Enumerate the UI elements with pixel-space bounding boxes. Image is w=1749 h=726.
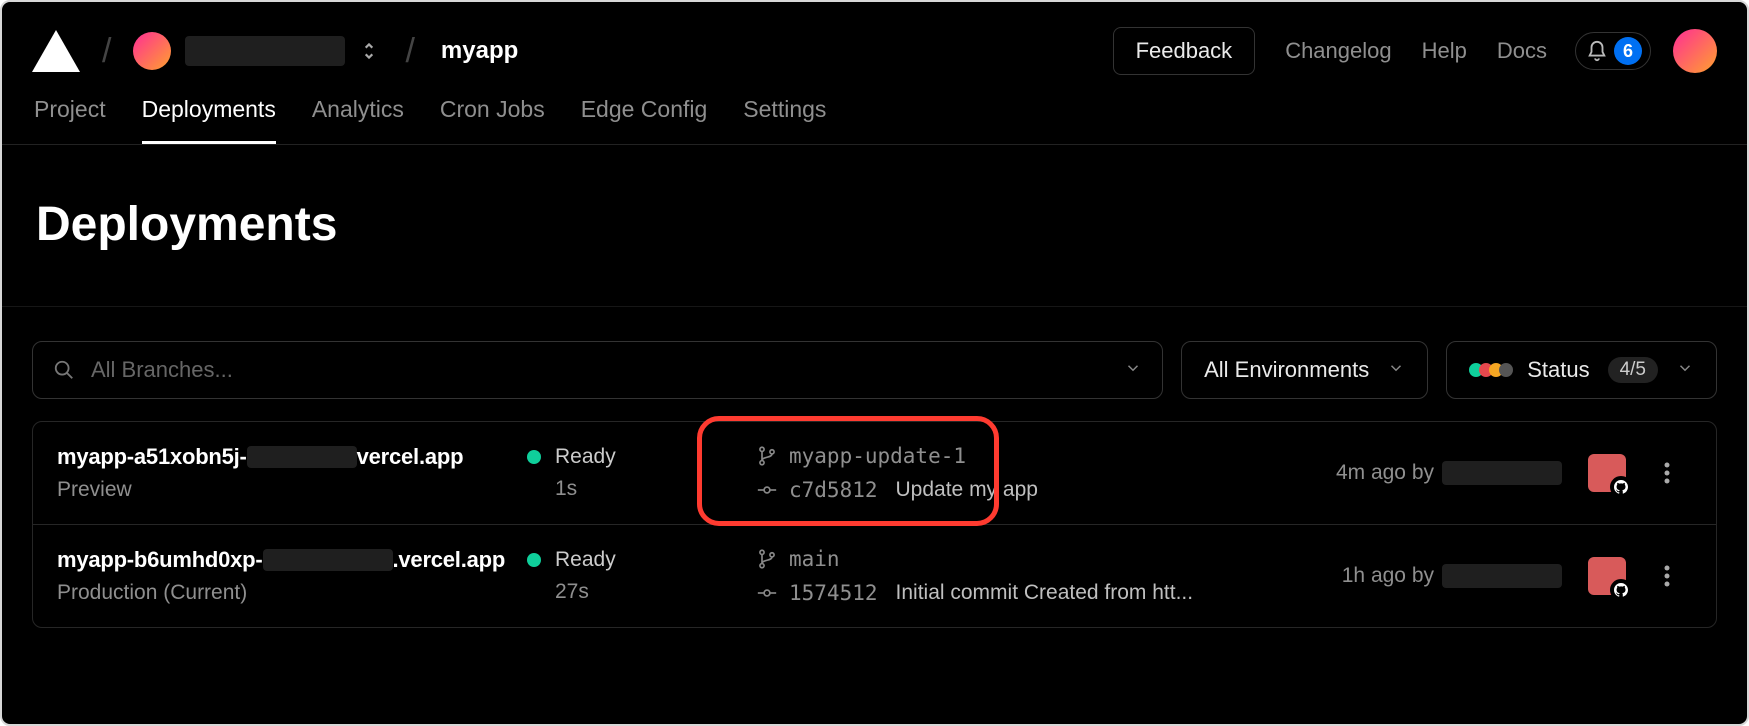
deployment-branch: myapp-update-1 xyxy=(789,444,966,468)
deployment-branch-cell: myapp-update-1 c7d5812 Update my app xyxy=(757,444,1227,502)
help-link[interactable]: Help xyxy=(1422,38,1467,64)
status-dots-icon xyxy=(1469,363,1509,377)
chevron-down-icon xyxy=(1124,359,1142,382)
deployment-row[interactable]: myapp-a51xobn5j- vercel.app Preview Read… xyxy=(33,422,1716,525)
more-vertical-icon xyxy=(1664,564,1670,588)
chevron-down-icon xyxy=(1387,357,1405,383)
user-avatar[interactable] xyxy=(1673,29,1717,73)
url-redacted xyxy=(247,446,357,468)
git-commit-icon xyxy=(757,583,777,603)
tab-settings[interactable]: Settings xyxy=(743,96,826,144)
deployment-row[interactable]: myapp-b6umhd0xp- .vercel.app Production … xyxy=(33,525,1716,627)
deployment-url-cell: myapp-a51xobn5j- vercel.app Preview xyxy=(57,444,527,502)
status-filter-count: 4/5 xyxy=(1608,357,1658,383)
github-icon xyxy=(1610,476,1632,498)
deployment-commit-sha: c7d5812 xyxy=(789,478,878,502)
deployment-commit-message: Initial commit Created from htt... xyxy=(896,581,1194,605)
vercel-logo-icon[interactable] xyxy=(32,30,80,72)
deployment-status: Ready xyxy=(555,445,616,469)
more-vertical-icon xyxy=(1664,461,1670,485)
author-avatar[interactable] xyxy=(1588,454,1626,492)
deployment-branch: main xyxy=(789,547,840,571)
deployment-meta-cell: 1h ago by xyxy=(1227,564,1572,588)
feedback-button[interactable]: Feedback xyxy=(1113,27,1256,75)
chevron-down-icon xyxy=(1676,357,1694,383)
deployment-duration: 1s xyxy=(555,477,757,501)
status-filter[interactable]: Status 4/5 xyxy=(1446,341,1717,399)
team-avatar-icon xyxy=(133,32,171,70)
top-header: / / myapp Feedback Changelog Help Docs 6 xyxy=(2,2,1747,80)
git-branch-icon xyxy=(757,549,777,569)
git-commit-icon xyxy=(757,480,777,500)
deployment-branch-cell: main 1574512 Initial commit Created from… xyxy=(757,547,1227,605)
project-subnav: Project Deployments Analytics Cron Jobs … xyxy=(2,80,1747,145)
author-redacted xyxy=(1442,564,1562,588)
deployment-commit-sha: 1574512 xyxy=(789,581,878,605)
search-icon xyxy=(53,359,75,381)
environment-filter[interactable]: All Environments xyxy=(1181,341,1428,399)
deployment-duration: 27s xyxy=(555,580,757,604)
breadcrumb-slash-icon: / xyxy=(405,32,414,71)
notification-count-badge: 6 xyxy=(1614,37,1642,65)
deployment-commit-message: Update my app xyxy=(896,478,1038,502)
git-branch-icon xyxy=(757,446,777,466)
page-title: Deployments xyxy=(2,145,1747,306)
status-filter-label: Status xyxy=(1527,357,1589,383)
tab-edge-config[interactable]: Edge Config xyxy=(581,96,708,144)
status-ready-icon xyxy=(527,553,541,567)
author-redacted xyxy=(1442,461,1562,485)
scope-switcher-button[interactable] xyxy=(355,32,383,70)
deployment-url-suffix: vercel.app xyxy=(357,444,464,470)
branch-search-input[interactable] xyxy=(91,357,1124,383)
notifications-button[interactable]: 6 xyxy=(1575,32,1651,70)
deployment-time-ago: 1h ago by xyxy=(1342,564,1434,588)
deployment-status: Ready xyxy=(555,548,616,572)
deployment-environment: Preview xyxy=(57,478,527,502)
tab-project[interactable]: Project xyxy=(34,96,106,144)
deployment-url-prefix: myapp-a51xobn5j- xyxy=(57,444,247,470)
team-name-redacted xyxy=(185,36,345,66)
branch-filter[interactable] xyxy=(32,341,1163,399)
author-avatar[interactable] xyxy=(1588,557,1626,595)
tab-cron-jobs[interactable]: Cron Jobs xyxy=(440,96,545,144)
url-redacted xyxy=(263,549,393,571)
project-name[interactable]: myapp xyxy=(441,37,518,65)
deployment-environment: Production (Current) xyxy=(57,581,527,605)
deployment-actions-menu[interactable] xyxy=(1642,564,1692,588)
filters-row: All Environments Status 4/5 xyxy=(2,307,1747,399)
deployment-status-cell: Ready 1s xyxy=(527,445,757,501)
deployment-meta-cell: 4m ago by xyxy=(1227,461,1572,485)
bell-icon xyxy=(1586,40,1608,62)
team-scope[interactable] xyxy=(133,32,345,70)
docs-link[interactable]: Docs xyxy=(1497,38,1547,64)
tab-analytics[interactable]: Analytics xyxy=(312,96,404,144)
environment-filter-label: All Environments xyxy=(1204,357,1369,383)
deployment-url-cell: myapp-b6umhd0xp- .vercel.app Production … xyxy=(57,547,527,605)
github-icon xyxy=(1610,579,1632,601)
author-avatar-cell xyxy=(1572,454,1642,492)
deployment-actions-menu[interactable] xyxy=(1642,461,1692,485)
author-avatar-cell xyxy=(1572,557,1642,595)
deployment-url-suffix: .vercel.app xyxy=(393,547,506,573)
changelog-link[interactable]: Changelog xyxy=(1285,38,1391,64)
deployments-list: myapp-a51xobn5j- vercel.app Preview Read… xyxy=(32,421,1717,628)
tab-deployments[interactable]: Deployments xyxy=(142,96,276,144)
deployment-url-prefix: myapp-b6umhd0xp- xyxy=(57,547,263,573)
breadcrumb-slash-icon: / xyxy=(102,32,111,71)
status-ready-icon xyxy=(527,450,541,464)
deployment-status-cell: Ready 27s xyxy=(527,548,757,604)
deployment-time-ago: 4m ago by xyxy=(1336,461,1434,485)
